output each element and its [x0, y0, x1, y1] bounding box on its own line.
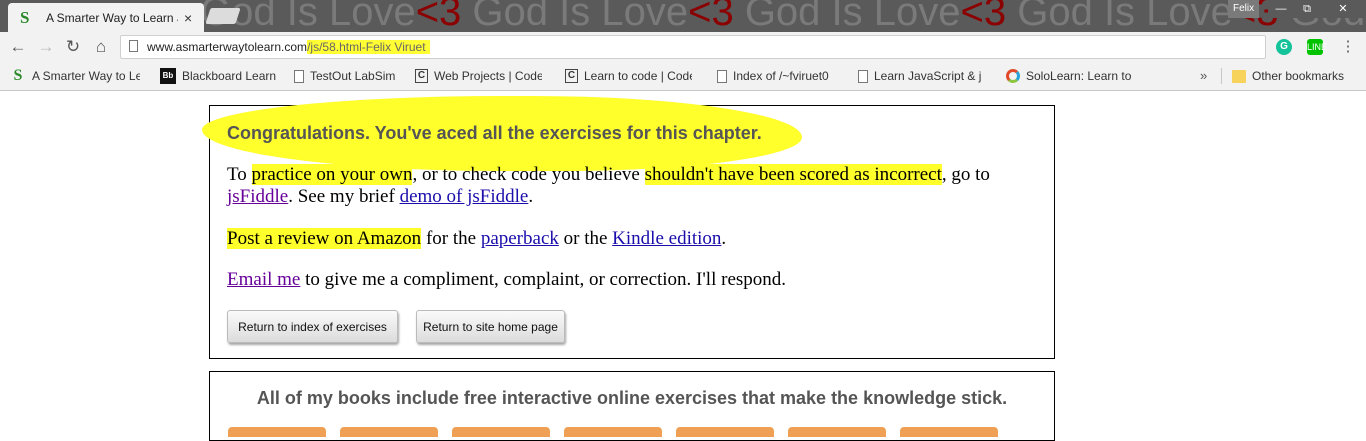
highlighted-text: practice on your own — [251, 164, 413, 185]
bookmarks-bar: S A Smarter Way to Le Bb Blackboard Lear… — [0, 62, 1366, 91]
minimize-icon[interactable]: — — [1268, 0, 1294, 18]
email-me-link[interactable]: Email me — [227, 269, 300, 290]
book-cover[interactable] — [900, 427, 998, 437]
jsfiddle-link[interactable]: jsFiddle — [227, 186, 288, 207]
back-icon[interactable]: ← — [8, 37, 28, 57]
reload-icon[interactable]: ↻ — [63, 37, 83, 57]
bookmark-blackboard[interactable]: Bb Blackboard Learn — [160, 62, 276, 90]
blackboard-icon: Bb — [160, 68, 176, 84]
text: To — [227, 164, 252, 185]
home-icon[interactable]: ⌂ — [91, 37, 111, 57]
review-amazon-text: Post a review on Amazon — [227, 228, 422, 249]
book-cover[interactable] — [676, 427, 774, 437]
page-icon — [717, 69, 727, 83]
kindle-edition-link[interactable]: Kindle edition — [612, 228, 721, 249]
page-icon — [858, 69, 868, 83]
book-cover[interactable] — [564, 427, 662, 437]
text: . — [528, 186, 534, 207]
other-bookmarks-label: Other bookmarks — [1252, 69, 1345, 83]
bookmarks-divider — [1221, 68, 1222, 84]
url-domain: www.asmarterwaytolearn.com — [147, 40, 308, 54]
bookmark-label: SoloLearn: Learn to C — [1026, 69, 1134, 83]
text: . — [721, 228, 727, 249]
bookmark-index-of[interactable]: Index of /~fviruet0 — [717, 62, 829, 90]
new-tab-button[interactable] — [205, 8, 241, 24]
url-text[interactable]: www.asmarterwaytolearn.com/js/58.html-Fe… — [147, 40, 430, 54]
profile-button[interactable]: Felix — [1228, 0, 1260, 18]
bookmark-learn-to-code[interactable]: C Learn to code | Code — [565, 62, 692, 90]
practice-paragraph: To practice on your own, or to check cod… — [227, 164, 1037, 208]
close-window-icon[interactable]: ✕ — [1320, 0, 1366, 18]
tab-active[interactable]: S A Smarter Way to Learn J × — [8, 3, 204, 32]
more-bookmarks-chevron-icon[interactable]: » — [1200, 68, 1207, 83]
grammarly-extension-icon[interactable]: G — [1276, 39, 1292, 55]
url-path: /js/58.html-Felix Viruet — [307, 40, 430, 54]
book-cover[interactable] — [228, 427, 326, 437]
bookmark-label: A Smarter Way to Le — [32, 69, 140, 83]
books-promo-heading: All of my books include free interactive… — [256, 388, 1008, 408]
theme-background-text: God Is Love<3 God Is Love<3 God Is Love<… — [200, 0, 1366, 32]
text: , go to — [941, 164, 990, 185]
return-to-index-button[interactable]: Return to index of exercises — [227, 310, 398, 343]
text: for the — [421, 228, 481, 249]
text: or the — [558, 228, 613, 249]
tab-close-icon[interactable]: × — [184, 10, 192, 26]
return-to-home-button[interactable]: Return to site home page — [416, 310, 565, 343]
bookmark-testout[interactable]: TestOut LabSim — [294, 62, 395, 90]
books-panel: All of my books include free interactive… — [209, 371, 1055, 441]
text: . See my brief — [288, 186, 400, 207]
highlighted-text: shouldn't have been scored as incorrect — [644, 164, 942, 185]
browser-menu-icon[interactable]: ⋮ — [1340, 39, 1356, 55]
page-icon — [294, 69, 304, 83]
other-bookmarks[interactable]: Other bookmarks — [1232, 62, 1344, 90]
smarter-way-icon: S — [13, 67, 23, 84]
bookmark-web-projects[interactable]: C Web Projects | Code — [415, 62, 542, 90]
bookmark-label: Blackboard Learn — [182, 69, 277, 83]
bookmark-label: Web Projects | Code — [434, 69, 542, 83]
browser-toolbar: ← → ↻ ⌂ www.asmarterwaytolearn.com/js/58… — [0, 32, 1366, 62]
address-bar[interactable]: www.asmarterwaytolearn.com/js/58.html-Fe… — [120, 35, 1266, 59]
bookmark-label: Index of /~fviruet0 — [733, 69, 829, 83]
page-info-icon[interactable] — [129, 40, 138, 52]
folder-icon — [1232, 69, 1246, 83]
chapter-complete-panel: Congratulations. You've aced all the exe… — [202, 96, 1055, 359]
review-paragraph: Post a review on Amazon for the paperbac… — [227, 228, 1037, 250]
book-cover[interactable] — [340, 427, 438, 437]
text: , or to check code you believe — [412, 164, 645, 185]
bookmark-learn-javascript[interactable]: Learn JavaScript & jC — [858, 62, 982, 90]
forward-icon[interactable]: → — [36, 37, 56, 57]
sololearn-icon — [1006, 69, 1020, 83]
book-cover[interactable] — [788, 427, 886, 437]
paperback-link[interactable]: paperback — [481, 228, 559, 249]
bookmark-smarter-way[interactable]: S A Smarter Way to Le — [10, 62, 140, 90]
bookmark-label: Learn JavaScript & jC — [874, 69, 982, 83]
codecademy-icon: C — [415, 69, 428, 83]
title-bar: God Is Love<3 God Is Love<3 God Is Love<… — [0, 0, 1366, 32]
bookmark-label: Learn to code | Code — [584, 69, 692, 83]
bookmark-sololearn[interactable]: SoloLearn: Learn to C — [1006, 62, 1134, 90]
maximize-icon[interactable]: ⧉ — [1294, 0, 1320, 18]
book-cover[interactable] — [452, 427, 550, 437]
codecademy-icon: C — [565, 69, 578, 83]
congratulations-heading: Congratulations. You've aced all the exe… — [227, 123, 762, 143]
email-paragraph: Email me to give me a compliment, compla… — [227, 269, 1037, 291]
smarter-way-favicon-icon: S — [20, 7, 30, 27]
jsfiddle-demo-link[interactable]: demo of jsFiddle — [400, 186, 529, 207]
text: to give me a compliment, complaint, or c… — [300, 269, 787, 290]
bookmark-label: TestOut LabSim — [310, 69, 396, 83]
tab-title: A Smarter Way to Learn J — [46, 10, 178, 25]
line-extension-icon[interactable]: LINE — [1307, 39, 1327, 55]
